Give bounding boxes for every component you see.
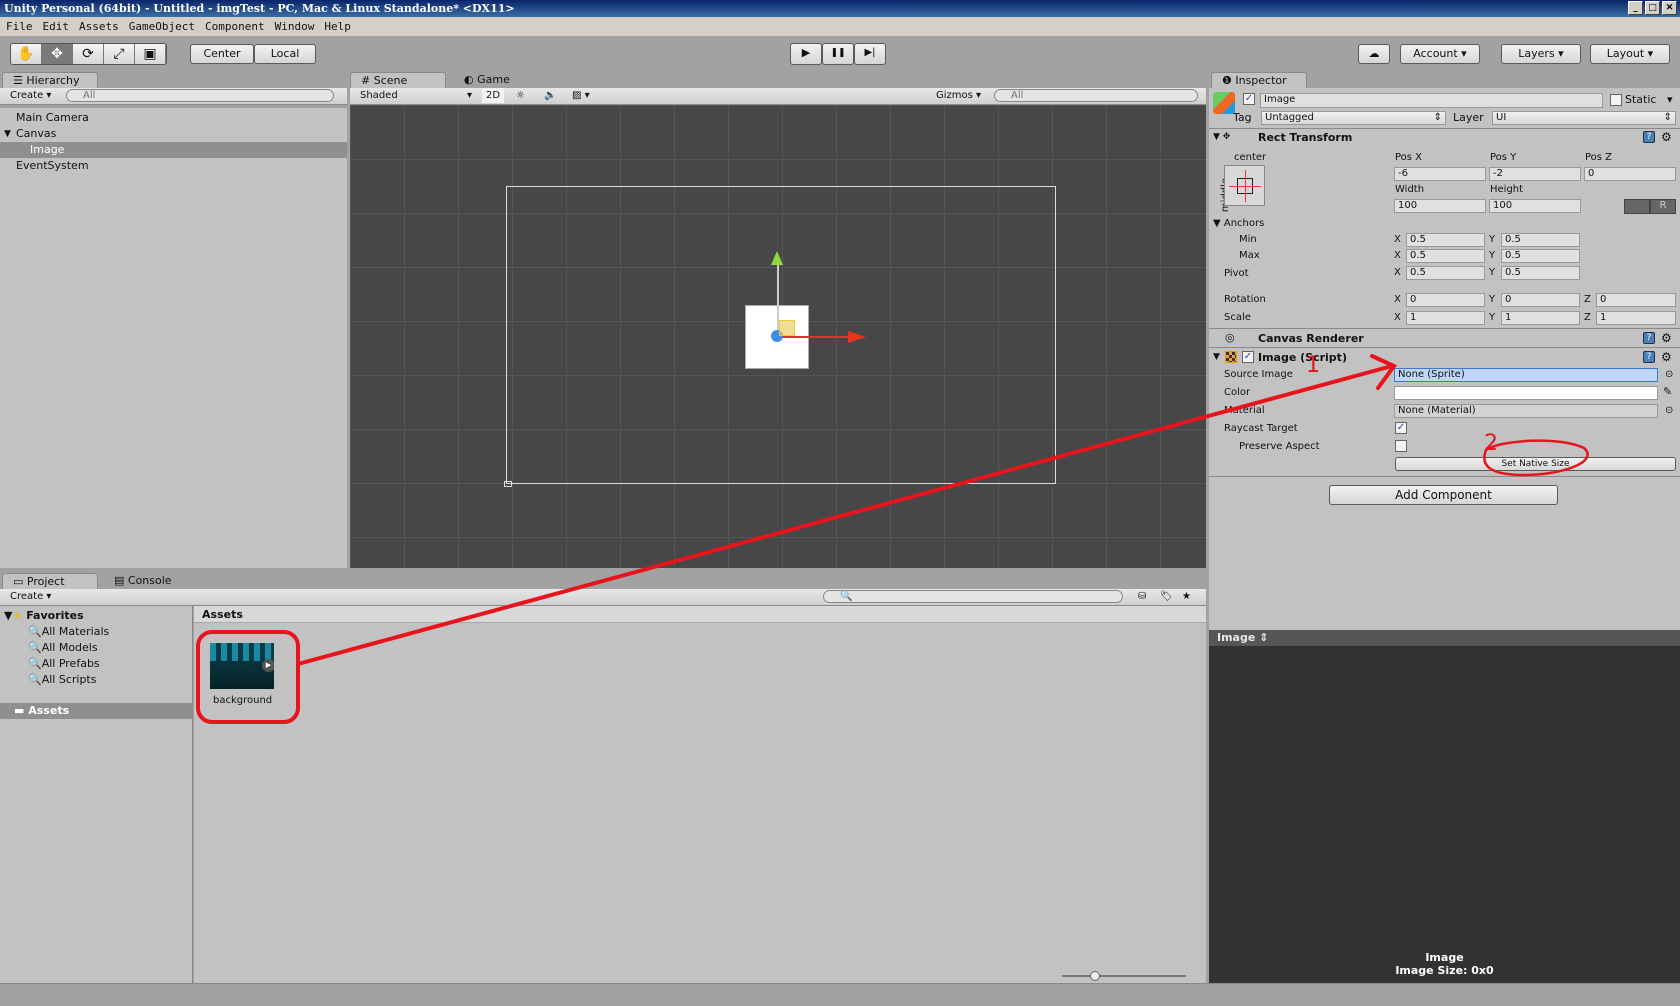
- annotation-mark-2: 2: [1484, 431, 1498, 456]
- annotation-arrow-line: [296, 364, 1394, 666]
- annotation-asset-highlight: [196, 630, 300, 724]
- annotation-overlay: 1 2: [196, 353, 1589, 724]
- annotation-mark-1: 1: [1306, 353, 1320, 378]
- annotation-circle-native-size: [1483, 439, 1589, 477]
